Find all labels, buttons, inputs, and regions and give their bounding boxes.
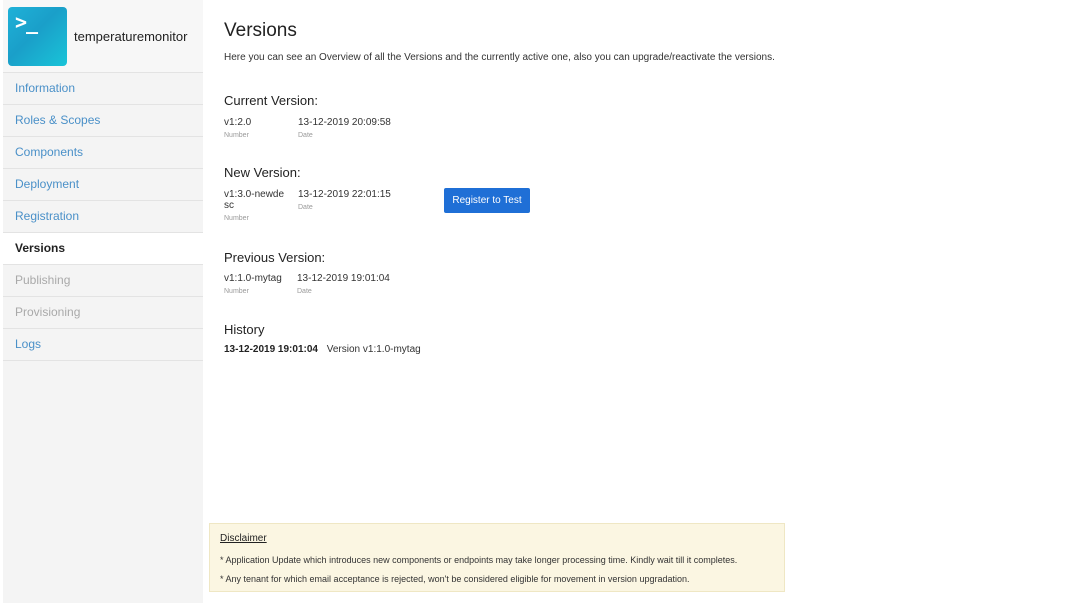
app-name: temperaturemonitor — [74, 28, 188, 44]
new-version-number-field: v1:3.0-newdesc Number — [224, 189, 286, 222]
current-version-heading: Current Version: — [224, 93, 318, 108]
sidebar-nav: Information Roles & Scopes Components De… — [3, 73, 203, 361]
new-version-date-field: 13-12-2019 22:01:15 Date — [298, 189, 391, 211]
sidebar-item-versions[interactable]: Versions — [3, 233, 203, 265]
previous-version-number-field: v1:1.0-mytag Number — [224, 273, 294, 295]
page-title: Versions — [224, 20, 297, 41]
sidebar-item-information[interactable]: Information — [3, 73, 203, 105]
disclaimer-line-1: * Application Update which introduces ne… — [220, 555, 738, 565]
new-version-date: 13-12-2019 22:01:15 — [298, 189, 391, 200]
history-entry: 13-12-2019 19:01:04 Version v1:1.0-mytag — [224, 344, 421, 355]
previous-version-number: v1:1.0-mytag — [224, 273, 282, 284]
terminal-prompt-icon: >_ — [8, 6, 67, 66]
new-version-date-label: Date — [298, 204, 313, 211]
register-to-test-button[interactable]: Register to Test — [444, 188, 530, 213]
app-logo-glyph: >_ — [15, 9, 38, 34]
current-version-date: 13-12-2019 20:09:58 — [298, 117, 391, 128]
new-version-number: v1:3.0-newdesc — [224, 189, 285, 211]
sidebar-item-roles-scopes[interactable]: Roles & Scopes — [3, 105, 203, 137]
new-version-number-label: Number — [224, 215, 249, 222]
current-version-date-field: 13-12-2019 20:09:58 Date — [298, 117, 391, 139]
disclaimer-line-2: * Any tenant for which email acceptance … — [220, 574, 690, 584]
current-version-number-label: Number — [224, 132, 249, 139]
sidebar: >_ temperaturemonitor Information Roles … — [3, 0, 203, 603]
sidebar-item-registration[interactable]: Registration — [3, 201, 203, 233]
previous-version-date-label: Date — [297, 288, 312, 295]
history-entry-text: Version v1:1.0-mytag — [326, 344, 421, 355]
app-header: >_ temperaturemonitor — [3, 0, 203, 73]
previous-version-number-label: Number — [224, 288, 249, 295]
current-version-number: v1:2.0 — [224, 117, 252, 128]
current-version-number-field: v1:2.0 Number — [224, 117, 284, 139]
history-entry-date: 13-12-2019 19:01:04 — [224, 344, 318, 355]
disclaimer-title: Disclaimer — [220, 533, 267, 544]
app-root: >_ temperaturemonitor Information Roles … — [0, 0, 1077, 603]
new-version-heading: New Version: — [224, 165, 301, 180]
sidebar-item-provisioning: Provisioning — [3, 297, 203, 329]
sidebar-item-logs[interactable]: Logs — [3, 329, 203, 361]
disclaimer-box: Disclaimer * Application Update which in… — [209, 523, 785, 592]
previous-version-heading: Previous Version: — [224, 250, 326, 265]
page-intro: Here you can see an Overview of all the … — [224, 52, 775, 63]
sidebar-item-components[interactable]: Components — [3, 137, 203, 169]
sidebar-item-publishing: Publishing — [3, 265, 203, 297]
previous-version-date: 13-12-2019 19:01:04 — [297, 273, 390, 284]
sidebar-item-deployment[interactable]: Deployment — [3, 169, 203, 201]
previous-version-date-field: 13-12-2019 19:01:04 Date — [297, 273, 390, 295]
current-version-date-label: Date — [298, 132, 313, 139]
history-heading: History — [224, 322, 265, 337]
